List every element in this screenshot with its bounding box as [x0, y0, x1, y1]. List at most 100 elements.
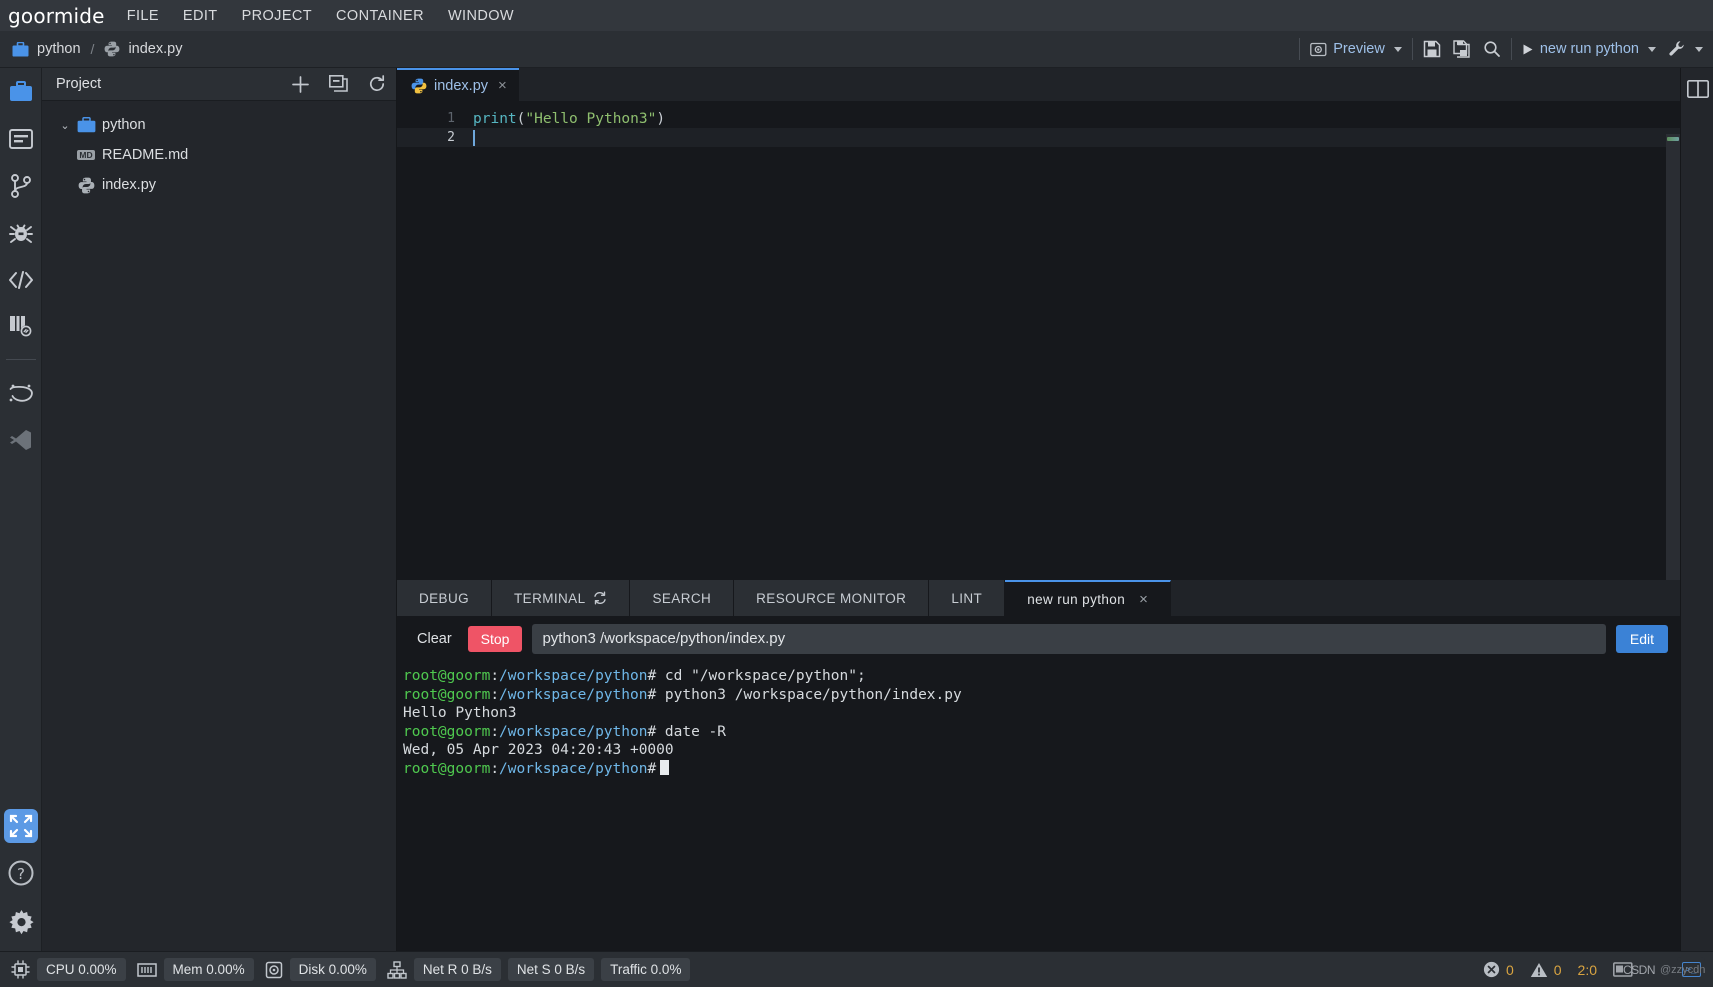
tab-debug[interactable]: DEBUG	[397, 580, 493, 616]
chevron-down-icon[interactable]: ⌄	[56, 119, 74, 132]
refresh-icon[interactable]	[368, 75, 386, 93]
terminal-output-text: Wed, 05 Apr 2023 04:20:43 +0000	[403, 742, 674, 758]
status-errors[interactable]: 0	[1483, 961, 1514, 978]
terminal-prompt: #	[647, 760, 657, 777]
clear-button[interactable]: Clear	[411, 627, 458, 651]
collapse-all-icon[interactable]	[329, 75, 348, 93]
menu-item-project[interactable]: PROJECT	[242, 8, 312, 24]
rail-item-fullscreen[interactable]	[0, 802, 42, 849]
project-panel: Project ⌄ python MD README.md index.py	[42, 68, 397, 951]
editor-area: index.py × 1 print("Hello Python3") 2	[397, 68, 1680, 613]
project-panel-actions	[292, 75, 386, 93]
save-button[interactable]	[1423, 40, 1441, 58]
rail-item-atom[interactable]	[0, 369, 42, 416]
edit-button[interactable]: Edit	[1615, 624, 1668, 653]
chevron-down-icon	[1393, 46, 1402, 52]
right-rail	[1680, 68, 1713, 951]
status-right-group: 0 0 2:0 CSDN @zzycdn >_	[1483, 956, 1705, 984]
rail-item-settings[interactable]	[0, 896, 42, 951]
rail-item-database[interactable]	[0, 303, 42, 350]
menu-item-file[interactable]: FILE	[127, 8, 159, 24]
terminal-command: # cd "/workspace/python";	[647, 668, 866, 684]
run-button[interactable]: new run python	[1522, 41, 1656, 57]
tree-item-python-folder[interactable]: ⌄ python	[42, 110, 396, 140]
status-errors-count: 0	[1505, 961, 1514, 978]
rail-item-project[interactable]	[0, 68, 42, 115]
memory-icon	[136, 961, 157, 979]
terminal-line: root@goorm:/workspace/python#	[403, 759, 1680, 779]
editor-tab-indexpy[interactable]: index.py ×	[397, 68, 519, 101]
play-icon	[1522, 43, 1534, 56]
tree-item-indexpy[interactable]: index.py	[42, 170, 396, 200]
breadcrumb-file[interactable]: index.py	[128, 41, 182, 57]
python-icon	[411, 78, 427, 94]
run-chevron-down-icon	[1648, 46, 1656, 52]
tab-new-run-python[interactable]: new run python ×	[1005, 580, 1172, 616]
status-net-r[interactable]: Net R 0 B/s	[413, 958, 501, 981]
editor-scrollbar[interactable]	[1666, 134, 1680, 613]
wrench-chevron-down-icon	[1695, 46, 1703, 52]
status-net-group: Net R 0 B/s Net S 0 B/s Traffic 0.0%	[387, 958, 691, 981]
terminal-output[interactable]: root@goorm:/workspace/python# cd "/works…	[397, 661, 1680, 778]
activity-rail: ?	[0, 68, 42, 951]
warning-icon	[1530, 962, 1548, 978]
tab-label: new run python	[1027, 591, 1126, 607]
rail-divider	[5, 359, 36, 360]
close-icon[interactable]: ×	[1139, 591, 1148, 608]
breadcrumb-project[interactable]: python	[37, 41, 81, 57]
code-line: 1 print("Hello Python3")	[397, 109, 1680, 128]
menu-item-edit[interactable]: EDIT	[183, 8, 218, 24]
rail-item-help[interactable]: ?	[0, 849, 42, 896]
tree-item-label: README.md	[102, 147, 189, 163]
project-tree: ⌄ python MD README.md index.py	[42, 101, 396, 200]
code-text: print("Hello Python3")	[473, 111, 665, 127]
add-icon[interactable]	[292, 75, 309, 93]
watermark: CSDN @zzycdn >_	[1613, 956, 1705, 984]
preview-button[interactable]: Preview	[1310, 41, 1402, 57]
terminal-output-text: Hello Python3	[403, 705, 517, 721]
status-disk-group: Disk 0.00%	[265, 958, 376, 981]
tab-label: DEBUG	[419, 590, 470, 606]
terminal-command: # date -R	[647, 723, 727, 740]
save-all-button[interactable]	[1453, 40, 1471, 58]
split-editor-icon[interactable]	[1681, 68, 1713, 110]
preview-label: Preview	[1333, 41, 1385, 57]
rail-item-debug[interactable]	[0, 209, 42, 256]
toolbar: Preview new run python	[1299, 31, 1713, 67]
rail-item-vscode[interactable]	[0, 416, 42, 463]
terminal-line: root@goorm:/workspace/python# cd "/works…	[403, 667, 1680, 686]
search-button[interactable]	[1483, 40, 1501, 58]
tree-item-readme[interactable]: MD README.md	[42, 140, 396, 170]
tab-label: SEARCH	[652, 590, 712, 606]
status-mem[interactable]: Mem 0.00%	[163, 958, 254, 981]
editor-tabstrip: index.py ×	[397, 68, 1680, 101]
goormide-window: goormide FILE EDIT PROJECT CONTAINER WIN…	[0, 0, 1713, 987]
folder-icon	[74, 117, 98, 133]
command-input[interactable]	[532, 623, 1606, 654]
status-net-s[interactable]: Net S 0 B/s	[507, 958, 595, 981]
svg-text:?: ?	[17, 865, 25, 883]
tab-resource-monitor[interactable]: RESOURCE MONITOR	[734, 580, 930, 616]
status-warnings[interactable]: 0	[1530, 962, 1562, 978]
tab-lint[interactable]: LINT	[929, 580, 1006, 616]
refresh-cycle-icon[interactable]	[593, 591, 607, 605]
terminal-user: root@goorm	[403, 668, 491, 684]
menu-item-container[interactable]: CONTAINER	[336, 8, 424, 24]
bottom-panel-tabs: DEBUG TERMINAL SEARCH RESOURCE MONITOR L…	[397, 580, 1680, 616]
tab-terminal[interactable]: TERMINAL	[492, 580, 631, 616]
code-editor[interactable]: 1 print("Hello Python3") 2	[397, 101, 1680, 613]
menu-item-window[interactable]: WINDOW	[448, 8, 514, 24]
settings-wrench-button[interactable]	[1668, 40, 1703, 58]
rail-item-git[interactable]	[0, 162, 42, 209]
status-disk[interactable]: Disk 0.00%	[289, 958, 376, 981]
breadcrumb-toolbar: python / index.py Preview new run python	[0, 31, 1713, 68]
status-traffic[interactable]: Traffic 0.0%	[601, 958, 691, 981]
rail-item-editor[interactable]	[0, 115, 42, 162]
close-icon[interactable]: ×	[498, 77, 507, 94]
tab-search[interactable]: SEARCH	[630, 580, 735, 616]
stop-button[interactable]: Stop	[467, 625, 523, 652]
rail-item-code[interactable]	[0, 256, 42, 303]
preview-eye-icon	[1310, 42, 1327, 57]
status-cursor-position[interactable]: 2:0	[1578, 962, 1597, 978]
status-cpu[interactable]: CPU 0.00%	[37, 958, 126, 981]
